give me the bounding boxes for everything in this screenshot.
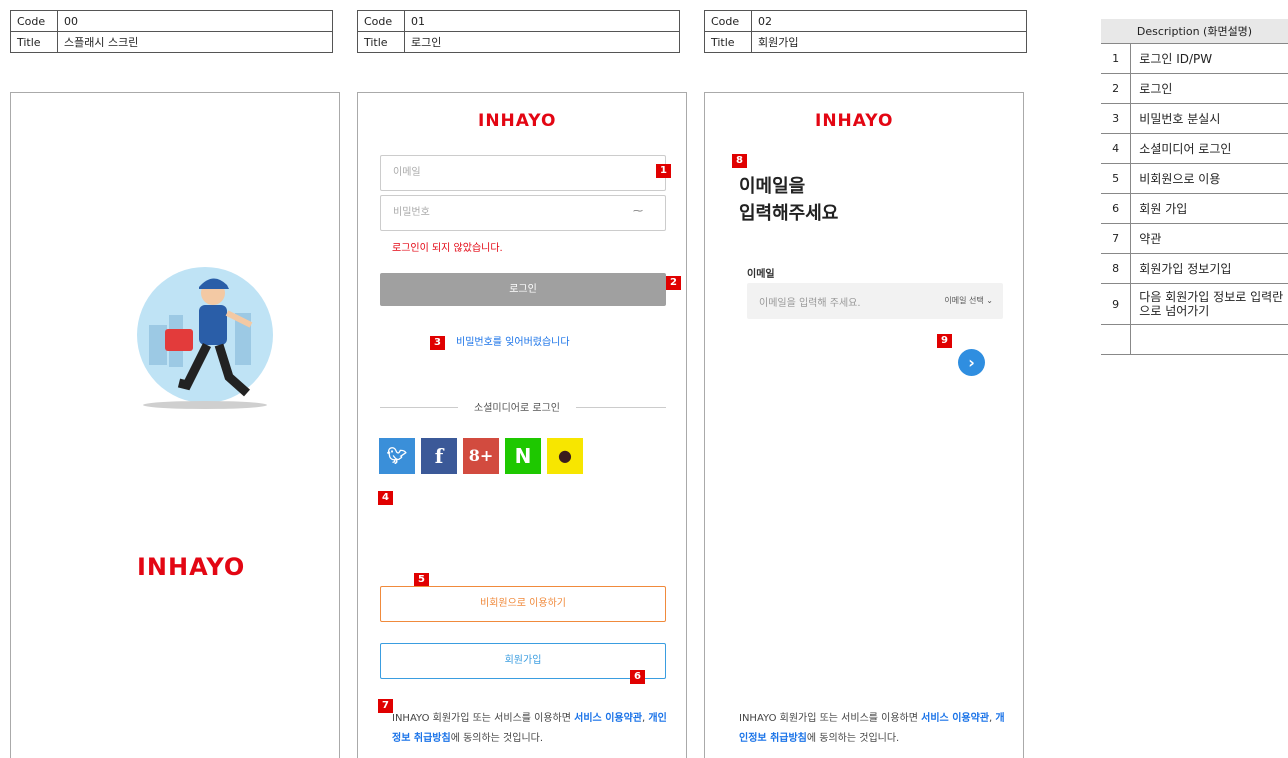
desc-text: 비회원으로 이용	[1130, 163, 1288, 194]
marker-9: 9	[937, 334, 952, 348]
marker-3: 3	[430, 336, 445, 350]
signup-terms-notice: INHAYO 회원가입 또는 서비스를 이용하면 서비스 이용약관, 개인정보 …	[739, 709, 1009, 749]
desc-num: 7	[1101, 223, 1132, 254]
naver-icon[interactable]: N	[505, 438, 541, 474]
email-placeholder: 이메일을 입력해 주세요.	[759, 298, 861, 309]
desc-text: 약관	[1130, 223, 1288, 254]
social-login-header: 소셜미디어로 로그인	[458, 399, 576, 414]
marker-1: 1	[656, 164, 671, 178]
code-label: Code	[10, 10, 58, 32]
twitter-icon[interactable]: 🐦︎	[379, 438, 415, 474]
desc-num: 8	[1101, 253, 1132, 284]
code-value: 01	[404, 10, 680, 32]
terms-notice: INHAYO 회원가입 또는 서비스를 이용하면 서비스 이용약관, 개인정보 …	[392, 709, 668, 749]
login-button[interactable]: 로그인	[380, 273, 666, 306]
title-value: 회원가입	[751, 31, 1027, 53]
kakaotalk-icon[interactable]: ●	[547, 438, 583, 474]
terms-prefix: INHAYO 회원가입 또는 서비스를 이용하면	[392, 713, 575, 724]
terms-of-service-link[interactable]: 서비스 이용약관	[574, 713, 642, 724]
login-error-message: 로그인이 되지 않았습니다.	[392, 243, 503, 254]
screen-meta-00: Code 00 Title 스플래시 스크린	[10, 10, 333, 53]
description-table: Description (화면설명) 1 로그인 ID/PW 2 로그인 3 비밀번호…	[1101, 19, 1288, 355]
description-header: Description (화면설명)	[1101, 19, 1288, 44]
email-label: 이메일	[747, 269, 775, 280]
marker-2: 2	[666, 276, 681, 290]
chevron-down-icon: ⌄	[986, 296, 993, 305]
signup-logo: INHAYO	[815, 111, 894, 131]
signup-email-input[interactable]: 이메일을 입력해 주세요. 이메일 선택 ⌄	[747, 283, 1003, 319]
desc-num: 9	[1101, 283, 1132, 325]
desc-empty-num	[1101, 324, 1132, 355]
facebook-icon[interactable]: f	[421, 438, 457, 474]
code-label: Code	[704, 10, 752, 32]
signup-heading-line2: 입력해주세요	[739, 203, 839, 224]
desc-text: 로그인	[1130, 73, 1288, 104]
screen-meta-01: Code 01 Title 로그인	[357, 10, 680, 53]
eye-hidden-icon[interactable]: ⁓	[633, 206, 643, 217]
marker-6: 6	[630, 670, 645, 684]
desc-num: 1	[1101, 43, 1132, 74]
signup-button[interactable]: 회원가입	[380, 643, 666, 679]
desc-num: 3	[1101, 103, 1132, 134]
screen-meta-02: Code 02 Title 회원가입	[704, 10, 1027, 53]
code-label: Code	[357, 10, 405, 32]
desc-empty-text	[1130, 324, 1288, 355]
title-label: Title	[357, 31, 405, 53]
marker-7: 7	[378, 699, 393, 713]
email-select-label: 이메일 선택	[944, 296, 984, 305]
signup-screen: INHAYO 8 이메일을 입력해주세요 이메일 이메일을 입력해 주세요. 이…	[704, 92, 1024, 758]
desc-num: 5	[1101, 163, 1132, 194]
title-value: 로그인	[404, 31, 680, 53]
desc-text: 회원가입 정보기입	[1130, 253, 1288, 284]
splash-logo: INHAYO	[137, 553, 246, 581]
desc-num: 6	[1101, 193, 1132, 224]
desc-num: 2	[1101, 73, 1132, 104]
title-value: 스플래시 스크린	[57, 31, 333, 53]
google-plus-icon[interactable]: 8+	[463, 438, 499, 474]
desc-text: 비밀번호 분실시	[1130, 103, 1288, 134]
guest-button[interactable]: 비회원으로 이용하기	[380, 586, 666, 622]
login-logo: INHAYO	[478, 111, 557, 131]
password-field[interactable]: 비밀번호	[380, 195, 666, 231]
title-label: Title	[704, 31, 752, 53]
login-screen: INHAYO 이메일 1 비밀번호 ⁓ 로그인이 되지 않았습니다. 로그인 2…	[357, 92, 687, 758]
email-domain-select[interactable]: 이메일 선택 ⌄	[944, 295, 993, 306]
desc-text: 다음 회원가입 정보로 입력란으로 넘어가기	[1130, 283, 1288, 325]
email-field[interactable]: 이메일	[380, 155, 666, 191]
terms-prefix: INHAYO 회원가입 또는 서비스를 이용하면	[739, 713, 922, 724]
code-value: 00	[57, 10, 333, 32]
next-arrow-button[interactable]: ›	[958, 349, 985, 376]
marker-8: 8	[732, 154, 747, 168]
forgot-password-link[interactable]: 비밀번호를 잊어버렸습니다	[456, 333, 570, 348]
terms-suffix: 에 동의하는 것입니다.	[806, 733, 900, 744]
terms-of-service-link[interactable]: 서비스 이용약관	[921, 713, 989, 724]
terms-suffix: 에 동의하는 것입니다.	[450, 733, 544, 744]
code-value: 02	[751, 10, 1027, 32]
title-label: Title	[10, 31, 58, 53]
desc-text: 소셜미디어 로그인	[1130, 133, 1288, 164]
desc-text: 로그인 ID/PW	[1130, 43, 1288, 74]
marker-4: 4	[378, 491, 393, 505]
desc-num: 4	[1101, 133, 1132, 164]
signup-heading: 이메일을 입력해주세요	[739, 173, 838, 227]
delivery-man-illustration	[135, 265, 275, 415]
signup-heading-line1: 이메일을	[739, 176, 806, 197]
splash-screen: INHAYO	[10, 92, 340, 758]
desc-text: 회원 가입	[1130, 193, 1288, 224]
marker-5: 5	[414, 573, 429, 587]
